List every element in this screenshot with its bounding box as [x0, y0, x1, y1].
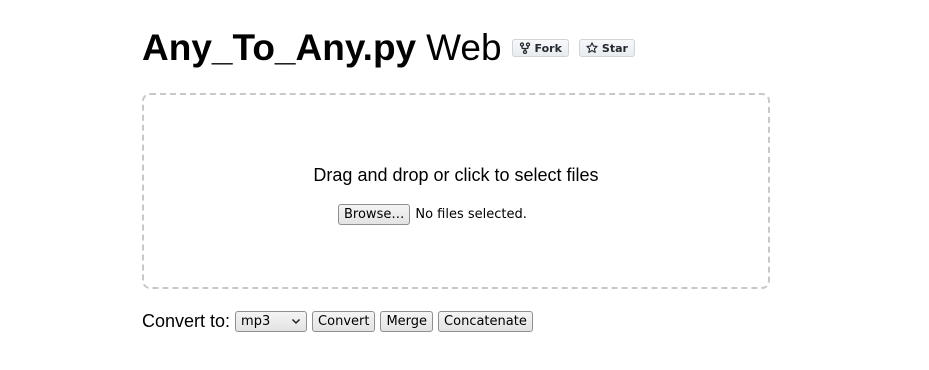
header: Any_To_Any.py Web Fork Star [142, 26, 635, 70]
page: Any_To_Any.py Web Fork Star Drag and dro… [0, 0, 929, 370]
format-select-value: mp3 [241, 313, 271, 329]
fork-label: Fork [534, 41, 562, 55]
file-dropzone[interactable]: Drag and drop or click to select files B… [142, 93, 770, 289]
merge-button[interactable]: Merge [380, 310, 434, 332]
format-select[interactable]: mp3 [235, 310, 308, 332]
app-title-suffix: Web [426, 27, 502, 68]
file-status: No files selected. [415, 207, 527, 222]
star-icon [586, 42, 598, 54]
star-label: Star [601, 41, 628, 55]
dropzone-prompt: Drag and drop or click to select files [313, 165, 599, 185]
app-title: Any_To_Any.py [142, 27, 417, 68]
file-input[interactable]: Browse… No files selected. [338, 204, 527, 225]
fork-button[interactable]: Fork [511, 39, 569, 57]
browse-button[interactable]: Browse… [338, 204, 411, 225]
convert-to-label: Convert to: [142, 311, 231, 331]
chevron-down-icon [291, 316, 301, 326]
fork-icon [519, 42, 531, 54]
convert-controls: Convert to: mp3 Convert Merge Concatenat… [142, 310, 533, 332]
star-button[interactable]: Star [578, 39, 635, 57]
concatenate-button[interactable]: Concatenate [438, 310, 533, 332]
convert-button[interactable]: Convert [312, 310, 376, 332]
